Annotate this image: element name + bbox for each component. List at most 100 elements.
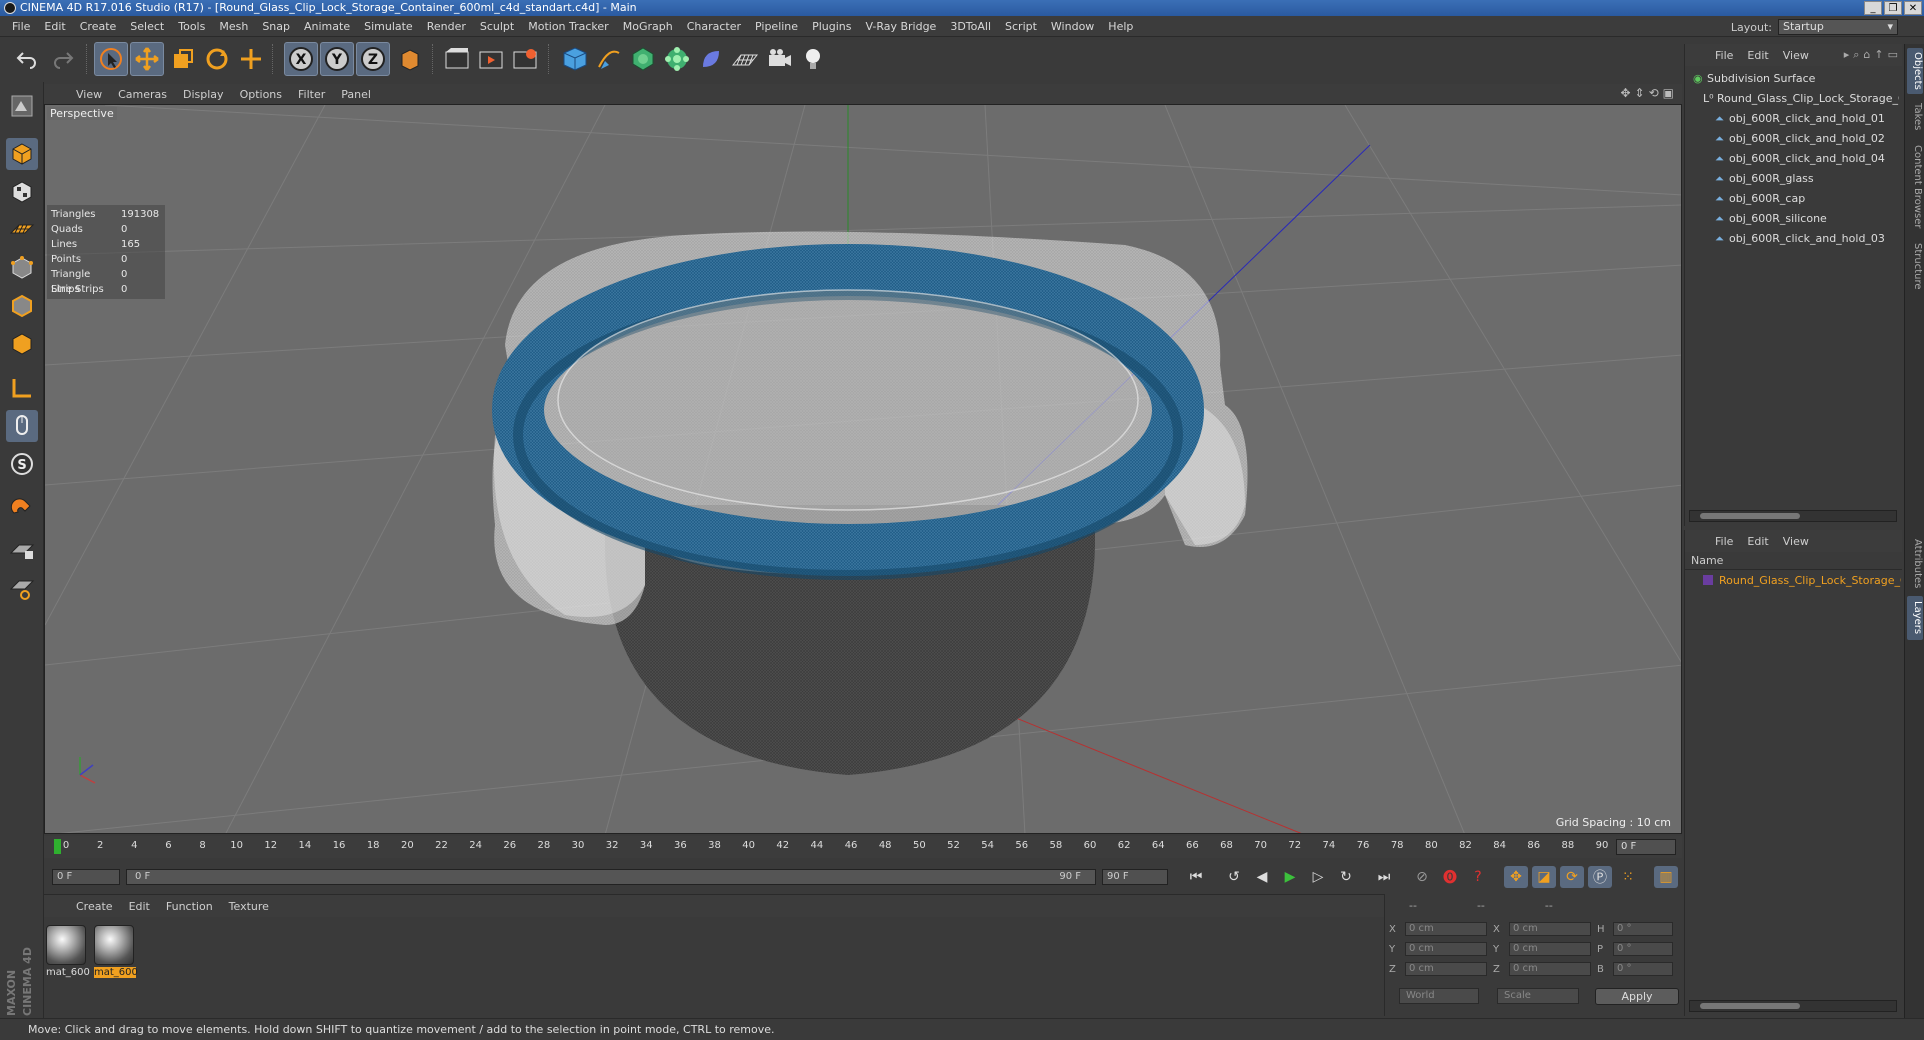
menu-animate[interactable]: Animate	[298, 20, 358, 33]
new-view-icon[interactable]: ▭	[1888, 48, 1898, 62]
tab-attributes[interactable]: Attributes	[1907, 534, 1923, 594]
menu-mograph[interactable]: MoGraph	[617, 20, 681, 33]
material-swatch[interactable]: mat_600	[46, 925, 90, 978]
menu-3dtoall[interactable]: 3DToAll	[944, 20, 999, 33]
scale-mode-dropdown[interactable]: Scale	[1497, 988, 1579, 1004]
minimize-button[interactable]: _	[1864, 1, 1882, 15]
viewport-menu-display[interactable]: Display	[177, 88, 234, 101]
axis-mode-icon[interactable]	[6, 372, 38, 404]
toggle-view-icon[interactable]: ▣	[1663, 86, 1674, 100]
deformer-icon[interactable]	[694, 42, 728, 76]
layer-color-swatch[interactable]	[1703, 575, 1713, 585]
layer-row[interactable]: Round_Glass_Clip_Lock_Storage_Co	[1703, 572, 1901, 590]
rotation-h-field[interactable]: 0 °	[1613, 922, 1673, 936]
z-axis-icon[interactable]: Z	[356, 42, 390, 76]
menu-sculpt[interactable]: Sculpt	[474, 20, 522, 33]
key-pla-icon[interactable]: ⁙	[1616, 866, 1640, 888]
key-scale-icon[interactable]: ◪	[1532, 866, 1556, 888]
record-keys-disabled-icon[interactable]: ⊘	[1410, 866, 1434, 888]
tree-item-object[interactable]: ⏶ obj_600R_click_and_hold_02	[1715, 130, 1899, 148]
pen-spline-icon[interactable]	[592, 42, 626, 76]
menu-character[interactable]: Character	[681, 20, 749, 33]
next-frame-icon[interactable]: ▷	[1306, 866, 1330, 888]
menu-tools[interactable]: Tools	[172, 20, 213, 33]
viewport-menu-view[interactable]: View	[70, 88, 112, 101]
layer-menu-view[interactable]: View	[1777, 535, 1817, 548]
render-view-icon[interactable]	[440, 42, 474, 76]
points-mode-icon[interactable]	[6, 252, 38, 284]
render-settings-icon[interactable]	[508, 42, 542, 76]
tree-item-object[interactable]: ⏶ obj_600R_cap	[1715, 190, 1899, 208]
edges-mode-icon[interactable]	[6, 290, 38, 322]
render-to-picture-viewer-icon[interactable]	[474, 42, 508, 76]
previous-key-icon[interactable]: ↺	[1222, 866, 1246, 888]
tree-item-object[interactable]: ⏶ obj_600R_click_and_hold_03	[1715, 230, 1899, 248]
coordinate-mode-dropdown[interactable]: World	[1399, 988, 1479, 1004]
cube-icon[interactable]	[558, 42, 592, 76]
autokey-icon[interactable]: ?	[1466, 866, 1490, 888]
layer-manager-scrollbar[interactable]	[1689, 1000, 1897, 1012]
timeline-ruler[interactable]: 0 2 4 6 8 10 12 14 16 18 20 22 24 26 28 30 32 34 36 38 40 42 4…	[44, 836, 1682, 858]
scrollbar-thumb[interactable]	[1700, 513, 1800, 519]
material-menu-texture[interactable]: Texture	[223, 900, 279, 913]
tab-content-browser[interactable]: Content Browser	[1907, 140, 1923, 234]
subdivision-surface-icon[interactable]	[626, 42, 660, 76]
record-active-icon[interactable]: ⓿	[1438, 866, 1462, 888]
end-frame-field[interactable]: 90 F	[1102, 869, 1168, 885]
rotate-tool-icon[interactable]	[200, 42, 234, 76]
goto-end-icon[interactable]: ⏭	[1372, 866, 1396, 888]
coordinate-system-icon[interactable]	[392, 42, 426, 76]
menu-help[interactable]: Help	[1102, 20, 1141, 33]
move-view-icon[interactable]: ✥	[1620, 86, 1630, 100]
tree-item-subdivision-surface[interactable]: ◉ Subdivision Surface	[1693, 70, 1899, 88]
size-y-field[interactable]: 0 cm	[1509, 942, 1591, 956]
current-frame-field[interactable]: 0 F	[1616, 839, 1676, 855]
undo-icon[interactable]	[10, 42, 44, 76]
home-icon[interactable]: ⌂	[1863, 48, 1870, 62]
scale-tool-icon[interactable]	[166, 42, 200, 76]
scrollbar-thumb[interactable]	[1700, 1003, 1800, 1009]
tree-item-object[interactable]: ⏶ obj_600R_click_and_hold_04	[1715, 150, 1899, 168]
apply-button[interactable]: Apply	[1595, 988, 1679, 1005]
object-menu-edit[interactable]: Edit	[1741, 49, 1776, 62]
workplane-icon[interactable]	[6, 214, 38, 246]
redo-icon[interactable]	[46, 42, 80, 76]
goto-start-icon[interactable]: ⏮	[1184, 866, 1208, 888]
menu-file[interactable]: File	[6, 20, 38, 33]
preview-range-slider[interactable]: 0 F 90 F	[126, 869, 1096, 885]
menu-script[interactable]: Script	[999, 20, 1045, 33]
timeline-ticks[interactable]: 0 2 4 6 8 10 12 14 16 18 20 22 24 26 28 30 32 34 36 38 40 42 4…	[52, 836, 1609, 858]
snapping-icon[interactable]: S	[6, 448, 38, 480]
close-button[interactable]: ✕	[1904, 1, 1922, 15]
menu-motion-tracker[interactable]: Motion Tracker	[522, 20, 616, 33]
menu-mesh[interactable]: Mesh	[213, 20, 256, 33]
menu-pipeline[interactable]: Pipeline	[749, 20, 806, 33]
material-menu-create[interactable]: Create	[70, 900, 123, 913]
live-selection-icon[interactable]	[94, 42, 128, 76]
material-swatch-selected[interactable]: mat_600	[94, 925, 138, 978]
search-icon[interactable]: ⌕	[1853, 48, 1859, 62]
rotate-view-icon[interactable]: ⟲	[1649, 86, 1659, 100]
size-x-field[interactable]: 0 cm	[1509, 922, 1591, 936]
camera-icon[interactable]	[762, 42, 796, 76]
tweak-mode-icon[interactable]	[6, 410, 38, 442]
x-axis-icon[interactable]: X	[284, 42, 318, 76]
tree-item-object[interactable]: ⏶ obj_600R_glass	[1715, 170, 1899, 188]
transform-tool-icon[interactable]	[234, 42, 268, 76]
texture-mode-icon[interactable]	[6, 176, 38, 208]
object-menu-file[interactable]: File	[1709, 49, 1741, 62]
position-x-field[interactable]: 0 cm	[1405, 922, 1487, 936]
playhead-marker[interactable]	[54, 839, 61, 854]
key-param-icon[interactable]: Ⓟ	[1588, 866, 1612, 888]
rotation-p-field[interactable]: 0 °	[1613, 942, 1673, 956]
move-tool-icon[interactable]	[130, 42, 164, 76]
y-axis-icon[interactable]: Y	[320, 42, 354, 76]
enable-snap-icon[interactable]	[6, 492, 38, 524]
previous-frame-icon[interactable]: ◀	[1250, 866, 1274, 888]
next-key-icon[interactable]: ↻	[1334, 866, 1358, 888]
menu-select[interactable]: Select	[124, 20, 172, 33]
material-menu-function[interactable]: Function	[160, 900, 223, 913]
planar-workplane-icon[interactable]	[6, 572, 38, 604]
menu-edit[interactable]: Edit	[38, 20, 73, 33]
key-position-icon[interactable]: ✥	[1504, 866, 1528, 888]
